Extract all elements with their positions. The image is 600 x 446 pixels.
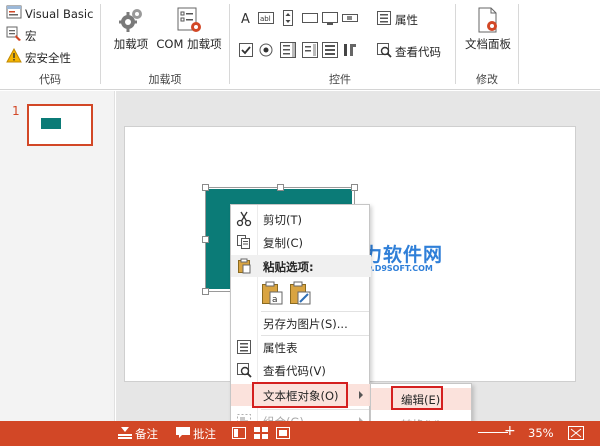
normal-view-icon[interactable]	[232, 427, 246, 442]
resize-handle[interactable]	[202, 236, 209, 243]
toggle-button-icon[interactable]	[322, 42, 338, 58]
com-addins-icon	[175, 6, 203, 34]
slide-thumbnail[interactable]	[27, 104, 93, 146]
resize-handle[interactable]	[202, 184, 209, 191]
textbox-control-icon[interactable]: abl	[258, 10, 274, 26]
macro-security-button[interactable]: 宏安全性	[6, 47, 71, 67]
document-panel-icon	[474, 6, 502, 34]
highlight-box	[252, 382, 348, 408]
menu-section-label: 粘贴选项:	[263, 260, 314, 274]
modify-group: 文档面板 修改	[456, 0, 518, 90]
visual-basic-icon	[6, 4, 22, 23]
menu-item-cut[interactable]: 剪切(T)	[231, 208, 371, 230]
code-group-label: 代码	[39, 73, 61, 86]
menu-item-label: 查看代码(V)	[263, 364, 326, 378]
document-panel-label: 文档面板	[465, 37, 511, 51]
warning-icon	[6, 47, 22, 67]
visual-basic-label: Visual Basic	[25, 6, 94, 21]
menu-section-paste-options: 粘贴选项:	[231, 255, 371, 277]
menu-item-label: 复制(C)	[263, 236, 304, 250]
com-addins-label: COM 加载项	[156, 37, 222, 51]
thumbnail-textbox-preview	[41, 118, 61, 129]
command-button-icon[interactable]	[302, 10, 318, 26]
properties-icon	[376, 10, 392, 29]
image-control-icon[interactable]	[322, 10, 338, 26]
menu-item-view-code[interactable]: 查看代码(V)	[231, 359, 371, 381]
comment-icon	[176, 426, 190, 442]
view-code-icon	[376, 42, 392, 61]
visual-basic-button[interactable]: Visual Basic	[6, 4, 93, 23]
macros-button[interactable]: 宏	[6, 26, 37, 45]
slide-number: 1	[12, 104, 20, 118]
resize-handle[interactable]	[351, 184, 358, 191]
code-group: Visual Basic 宏 宏安全性 代码	[0, 0, 100, 90]
document-panel-button[interactable]: 文档面板	[460, 6, 516, 52]
controls-group-label: 控件	[329, 73, 351, 86]
notes-icon	[118, 426, 132, 442]
properties-button[interactable]: 属性	[376, 10, 418, 29]
addins-group: 加载项 COM 加载项 加载项	[101, 0, 229, 90]
macros-label: 宏	[25, 28, 37, 43]
menu-item-label: 另存为图片(S)...	[263, 317, 348, 331]
paste-options-row: a	[231, 279, 371, 309]
spin-button-icon[interactable]	[280, 10, 296, 26]
menu-item-label: 属性表	[263, 341, 298, 355]
controls-group: A abl 属性 查看代码 控件	[230, 0, 450, 90]
menu-item-label: 剪切(T)	[263, 213, 302, 227]
notes-button[interactable]: 备注	[118, 426, 158, 442]
copy-icon	[236, 234, 252, 250]
more-controls-icon[interactable]	[342, 42, 358, 58]
resize-handle[interactable]	[277, 184, 284, 191]
addins-button[interactable]: 加载项	[109, 6, 153, 52]
zoom-level[interactable]: 35%	[528, 426, 554, 440]
properties-label: 属性	[395, 12, 418, 27]
menu-item-save-as-picture[interactable]: 另存为图片(S)...	[231, 312, 371, 334]
reading-view-icon[interactable]	[276, 427, 290, 442]
property-sheet-icon	[236, 339, 252, 355]
view-code-icon	[236, 362, 252, 378]
fit-to-window-icon[interactable]	[568, 426, 584, 443]
paste-keep-text-icon[interactable]: a	[261, 281, 283, 305]
comments-label: 批注	[193, 427, 216, 441]
addins-label: 加载项	[113, 37, 149, 51]
option-button-icon[interactable]	[258, 42, 274, 58]
macro-security-label: 宏安全性	[25, 50, 71, 65]
notes-label: 备注	[135, 427, 158, 441]
view-code-label: 查看代码	[395, 44, 441, 59]
scrollbar-control-icon[interactable]	[342, 10, 358, 26]
addins-group-label: 加载项	[148, 73, 182, 86]
comments-button[interactable]: 批注	[176, 426, 216, 442]
paste-as-picture-icon[interactable]	[289, 281, 311, 305]
status-bar: 备注 批注 + 35%	[0, 421, 600, 446]
label-control-icon[interactable]: A	[238, 10, 254, 27]
menu-item-property-sheet[interactable]: 属性表	[231, 336, 371, 358]
macros-icon	[6, 26, 22, 45]
modify-group-label: 修改	[476, 73, 498, 86]
combobox-control-icon[interactable]	[302, 42, 318, 58]
scissors-icon	[236, 211, 252, 227]
context-menu: 剪切(T) 复制(C) 粘贴选项: a 另存为图片(S)... 属性表 查看代码…	[230, 204, 371, 446]
checkbox-control-icon[interactable]	[238, 42, 254, 58]
submenu-arrow-icon	[359, 391, 363, 399]
zoom-in-icon[interactable]: +	[504, 424, 516, 438]
ribbon-divider	[518, 4, 519, 84]
com-addins-button[interactable]: COM 加载项	[153, 6, 225, 52]
gears-icon	[117, 6, 145, 34]
svg-text:a: a	[272, 295, 278, 305]
developer-ribbon: Visual Basic 宏 宏安全性 代码 加载项 COM 加载项 加载项 A…	[0, 0, 600, 90]
svg-text:A: A	[241, 12, 250, 26]
svg-text:abl: abl	[260, 15, 271, 23]
resize-handle[interactable]	[202, 288, 209, 295]
view-code-button[interactable]: 查看代码	[376, 42, 441, 61]
highlight-box	[391, 386, 443, 410]
menu-item-copy[interactable]: 复制(C)	[231, 231, 371, 253]
paste-icon	[236, 258, 252, 274]
slide-sorter-icon[interactable]	[254, 427, 268, 442]
listbox-control-icon[interactable]	[280, 42, 296, 58]
